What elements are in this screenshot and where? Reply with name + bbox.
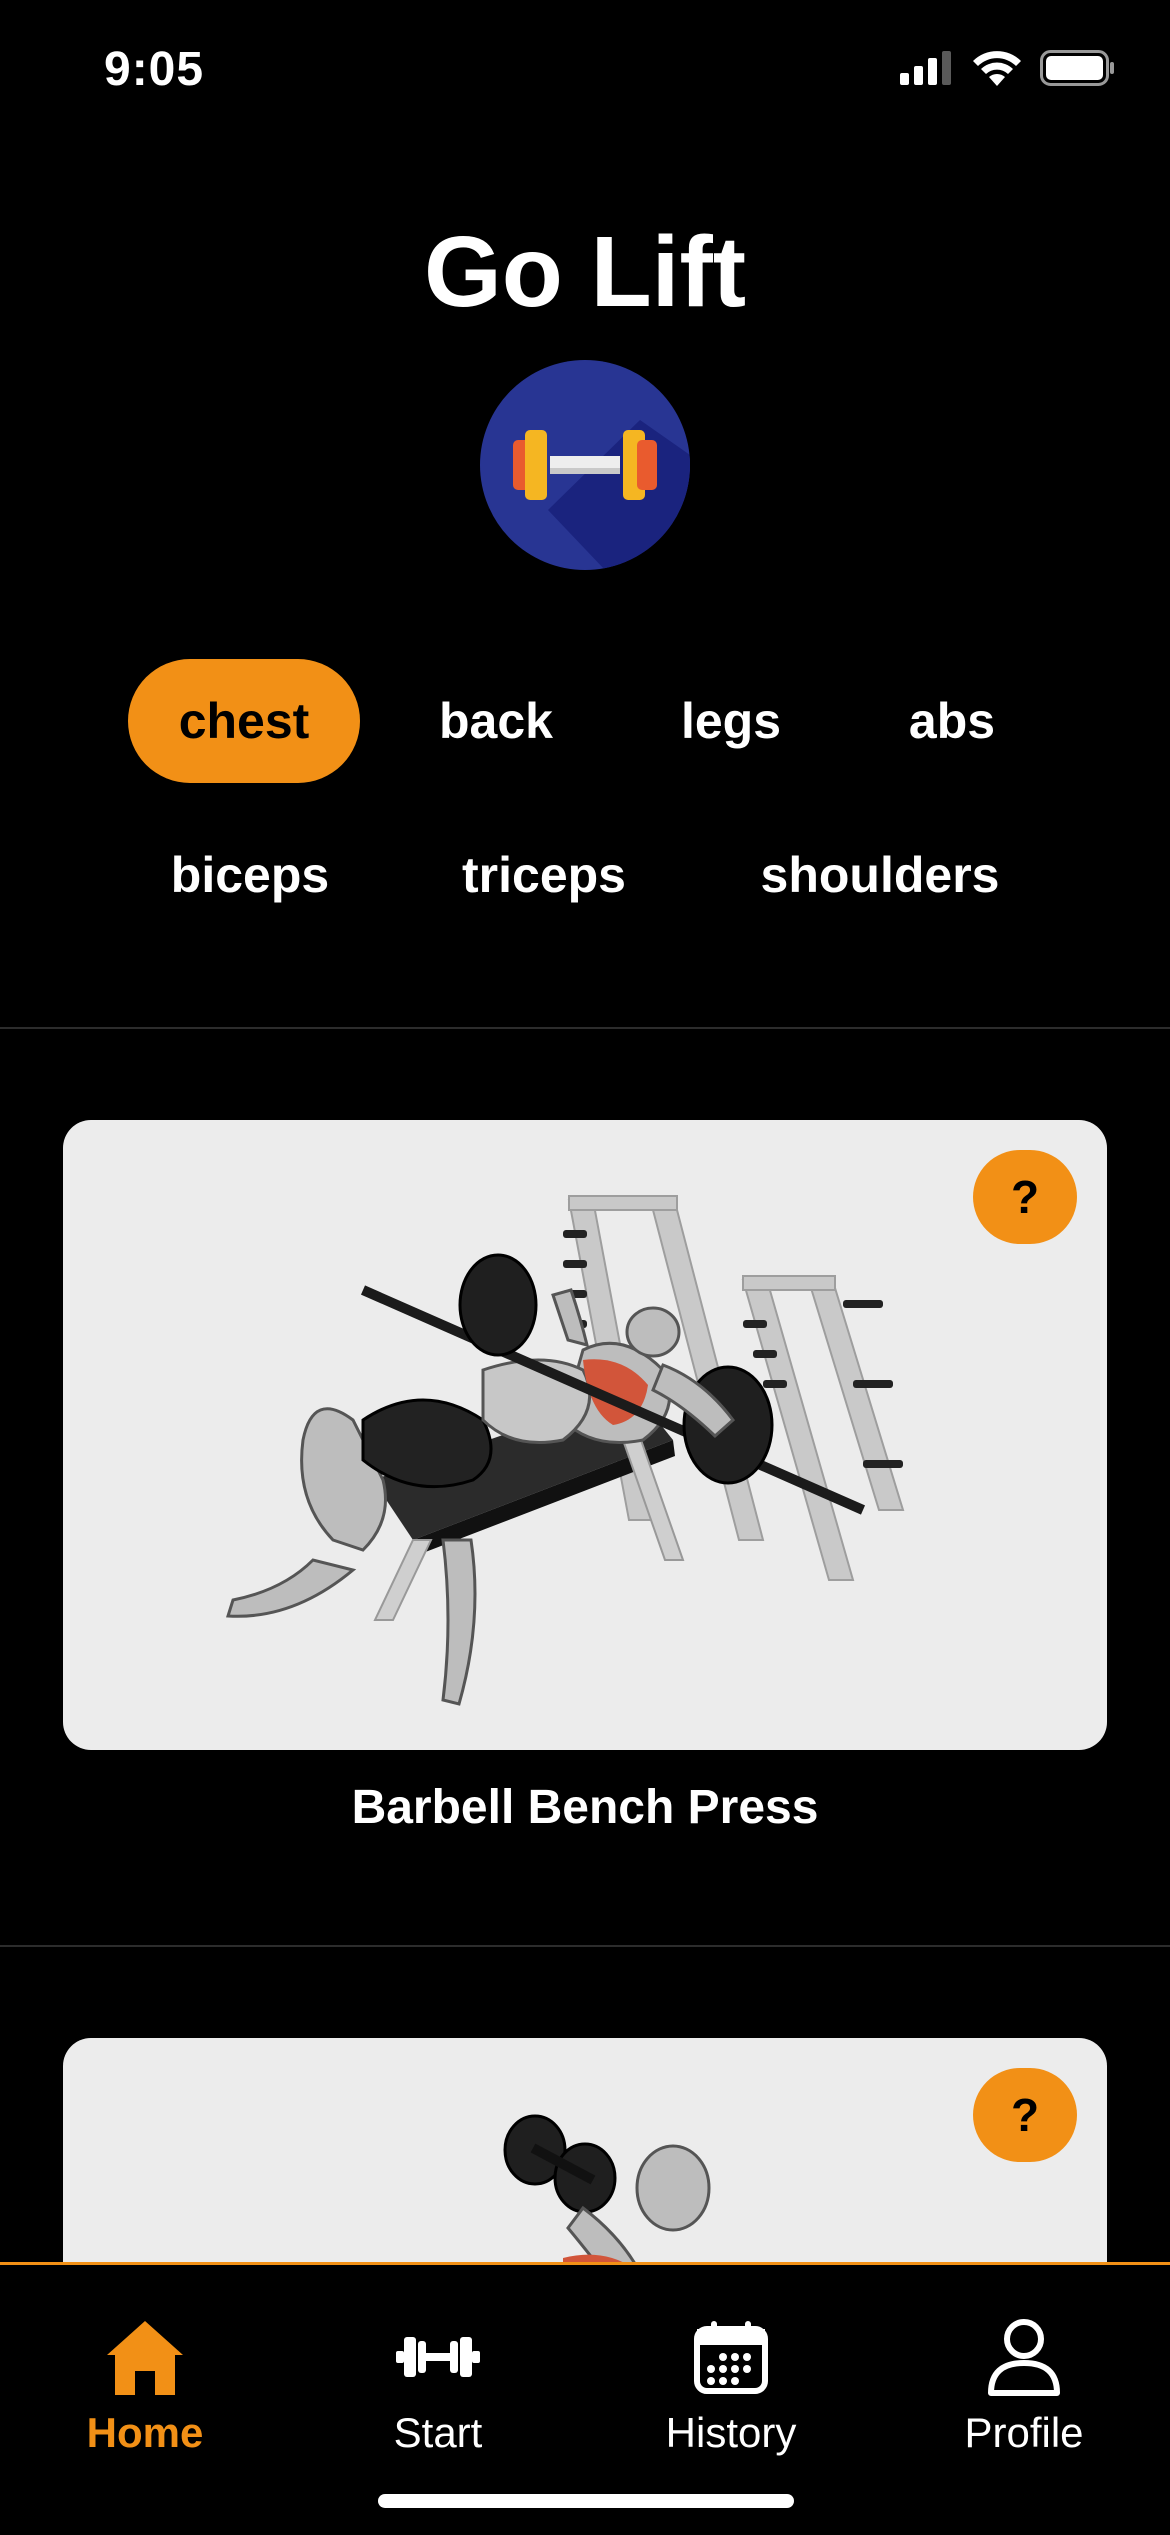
exercise-illustration <box>503 2114 743 2298</box>
category-chip-biceps[interactable]: biceps <box>140 813 360 937</box>
home-indicator <box>378 2494 794 2508</box>
status-time: 9:05 <box>104 43 205 96</box>
divider <box>0 1945 1170 1947</box>
category-chip-chest[interactable]: chest <box>128 659 360 783</box>
exercise-card[interactable]: ? <box>63 1120 1107 1750</box>
tab-home[interactable]: Home <box>45 2313 245 2457</box>
exercise-card[interactable]: ? <box>63 2038 1107 2298</box>
help-button[interactable]: ? <box>973 2068 1077 2162</box>
tab-label: Profile <box>964 2409 1084 2456</box>
status-icons <box>900 50 1116 86</box>
dumbbell-icon <box>396 2337 480 2377</box>
battery-icon <box>1040 50 1114 86</box>
user-icon <box>988 2319 1060 2396</box>
app-logo <box>480 360 690 570</box>
category-chip-shoulders[interactable]: shoulders <box>730 813 1030 937</box>
tab-start[interactable]: Start <box>338 2313 538 2457</box>
app-title: Go Lift <box>423 216 747 328</box>
cellular-signal-icon <box>900 51 951 85</box>
status-bar: 9:05 <box>0 0 1170 150</box>
tab-label: History <box>665 2409 797 2456</box>
dumbbell-logo-icon <box>480 360 690 570</box>
category-chip-legs[interactable]: legs <box>640 659 822 783</box>
category-chip-abs[interactable]: abs <box>870 659 1034 783</box>
tab-label: Start <box>393 2409 483 2456</box>
tab-profile[interactable]: Profile <box>924 2313 1124 2457</box>
wifi-icon <box>973 51 1021 86</box>
category-chip-back[interactable]: back <box>400 659 592 783</box>
exercise-title: Barbell Bench Press <box>351 1781 819 1834</box>
tab-history[interactable]: History <box>631 2313 831 2457</box>
calendar-icon <box>694 2321 768 2394</box>
exercise-illustration <box>225 1195 905 1706</box>
help-button[interactable]: ? <box>973 1150 1077 1244</box>
tab-label: Home <box>86 2409 204 2456</box>
category-chip-triceps[interactable]: triceps <box>430 813 658 937</box>
divider <box>0 1027 1170 1029</box>
home-icon <box>107 2321 183 2395</box>
